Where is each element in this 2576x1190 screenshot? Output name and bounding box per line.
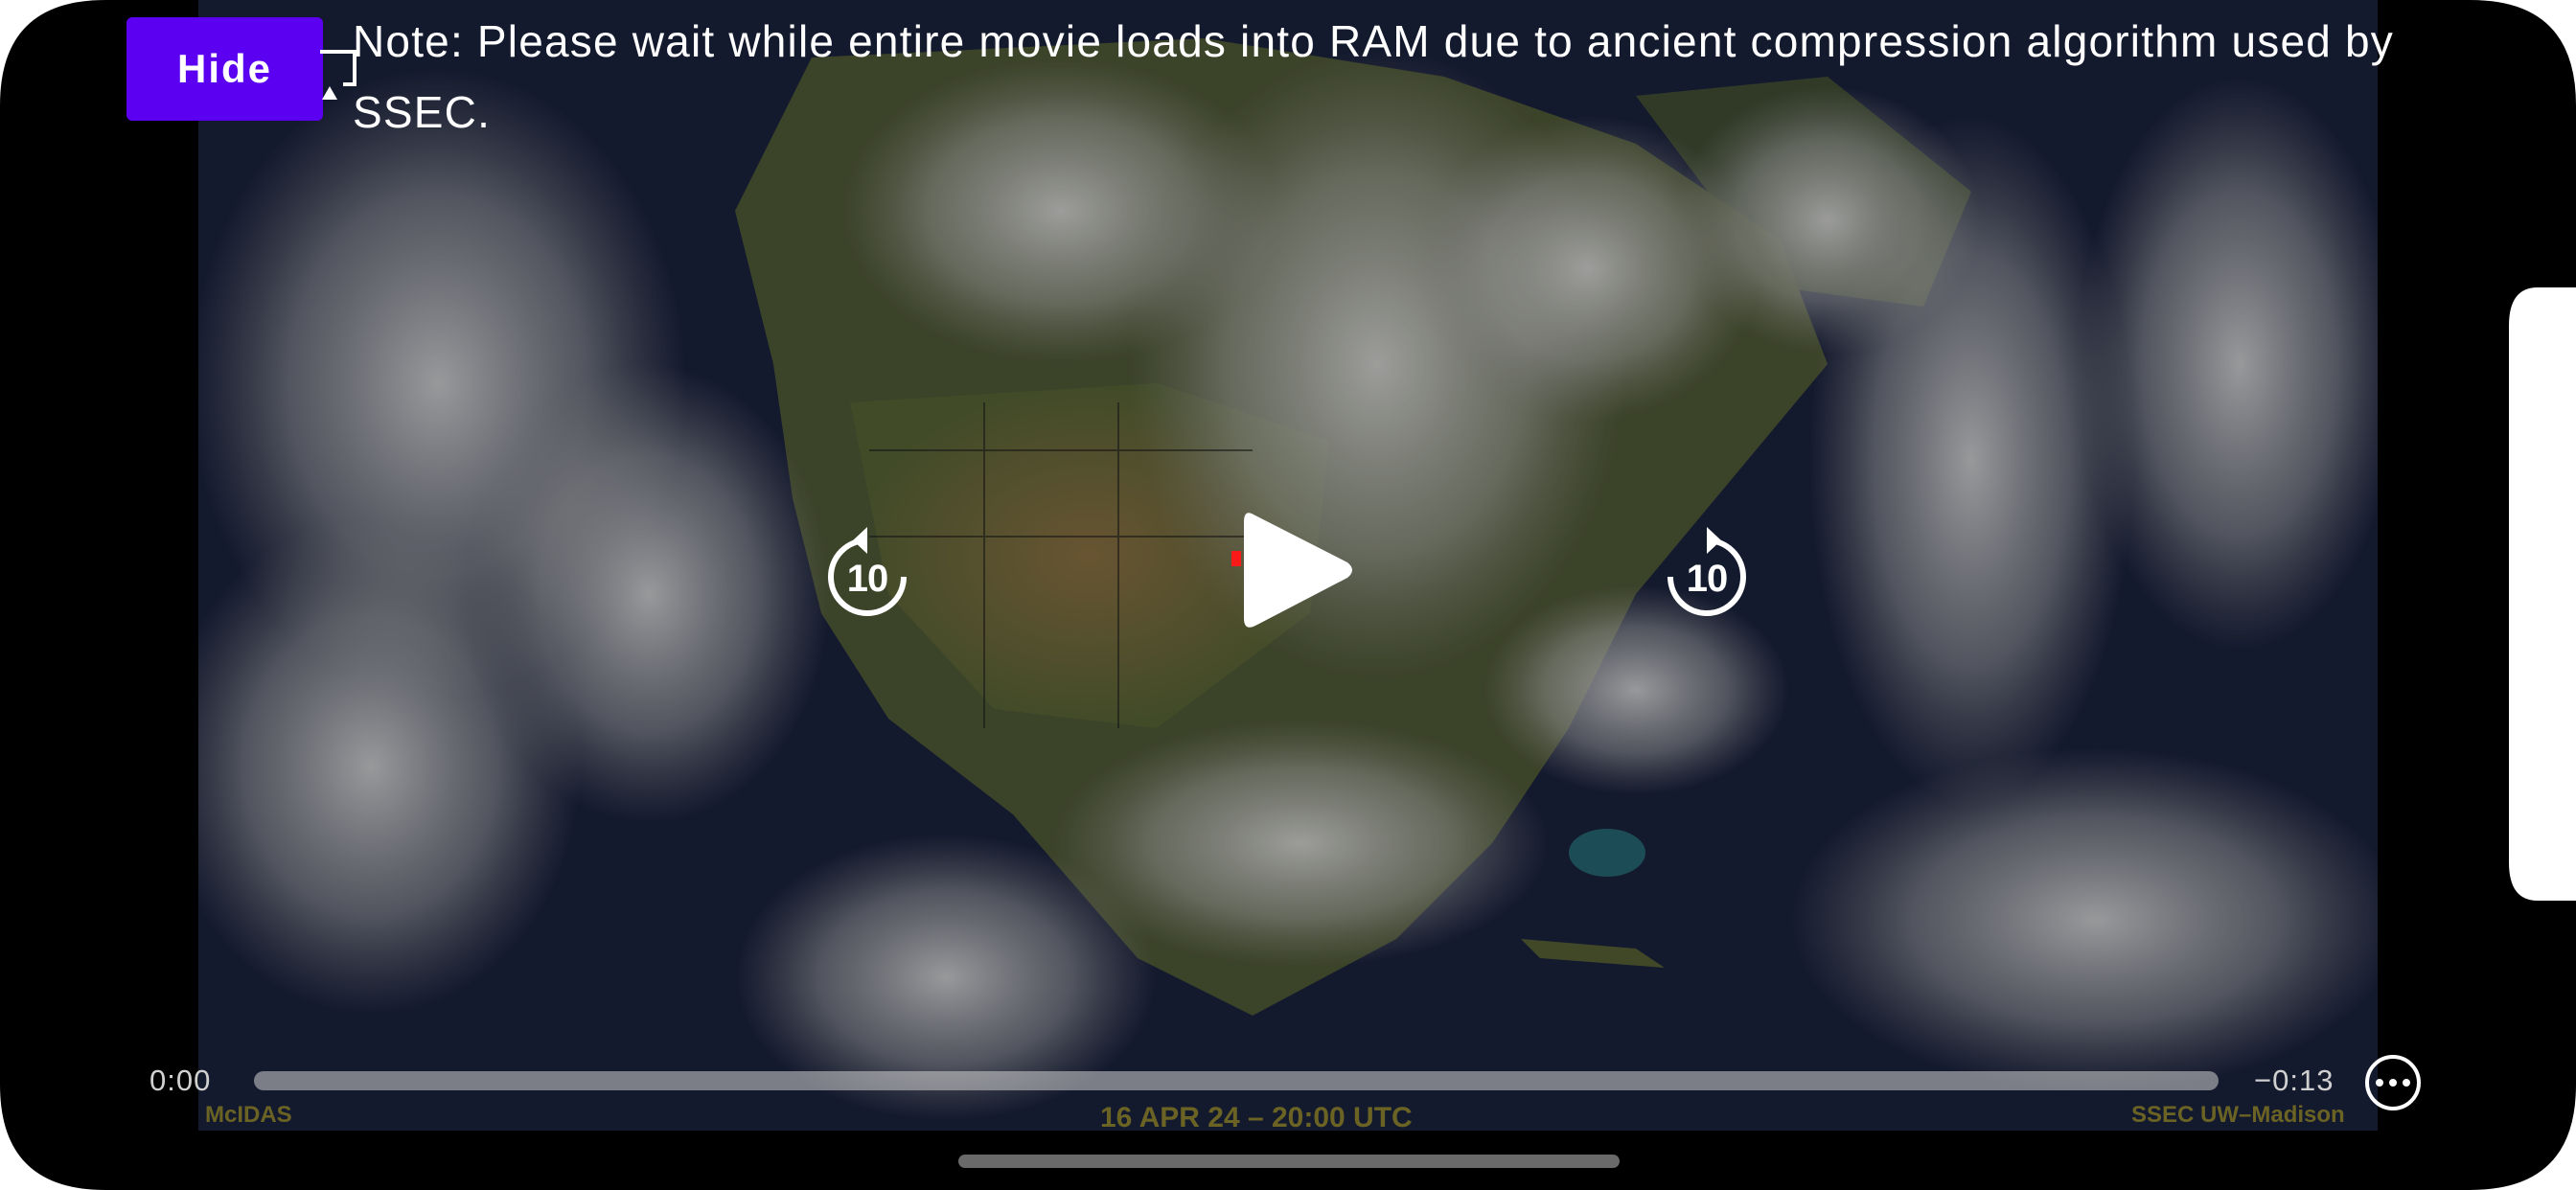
more-options-button[interactable] — [2365, 1055, 2421, 1110]
position-marker — [1231, 551, 1241, 566]
device-screen: Hide Note: Please wait while entire movi… — [0, 0, 2576, 1190]
scrubber-bar[interactable] — [254, 1071, 2219, 1090]
time-remaining: −0:13 — [2254, 1064, 2334, 1097]
hide-button[interactable]: Hide — [126, 17, 323, 121]
caption-credit: SSEC UW–Madison — [2131, 1102, 2345, 1128]
forward-10-button[interactable]: 10 — [1664, 523, 1750, 619]
home-indicator[interactable] — [958, 1155, 1620, 1168]
play-button[interactable] — [1234, 503, 1359, 637]
rewind-seconds-label: 10 — [846, 558, 889, 600]
rewind-10-button[interactable]: 10 — [824, 523, 910, 619]
caption-timestamp: 16 APR 24 – 20:00 UTC — [1100, 1102, 1413, 1133]
time-elapsed: 0:00 — [150, 1064, 212, 1097]
loading-note: Note: Please wait while entire movie loa… — [353, 16, 2394, 137]
more-icon — [2376, 1079, 2383, 1087]
device-notch — [2509, 287, 2576, 901]
play-icon — [1244, 513, 1352, 628]
caption-source: McIDAS — [205, 1102, 292, 1128]
forward-seconds-label: 10 — [1686, 558, 1729, 600]
